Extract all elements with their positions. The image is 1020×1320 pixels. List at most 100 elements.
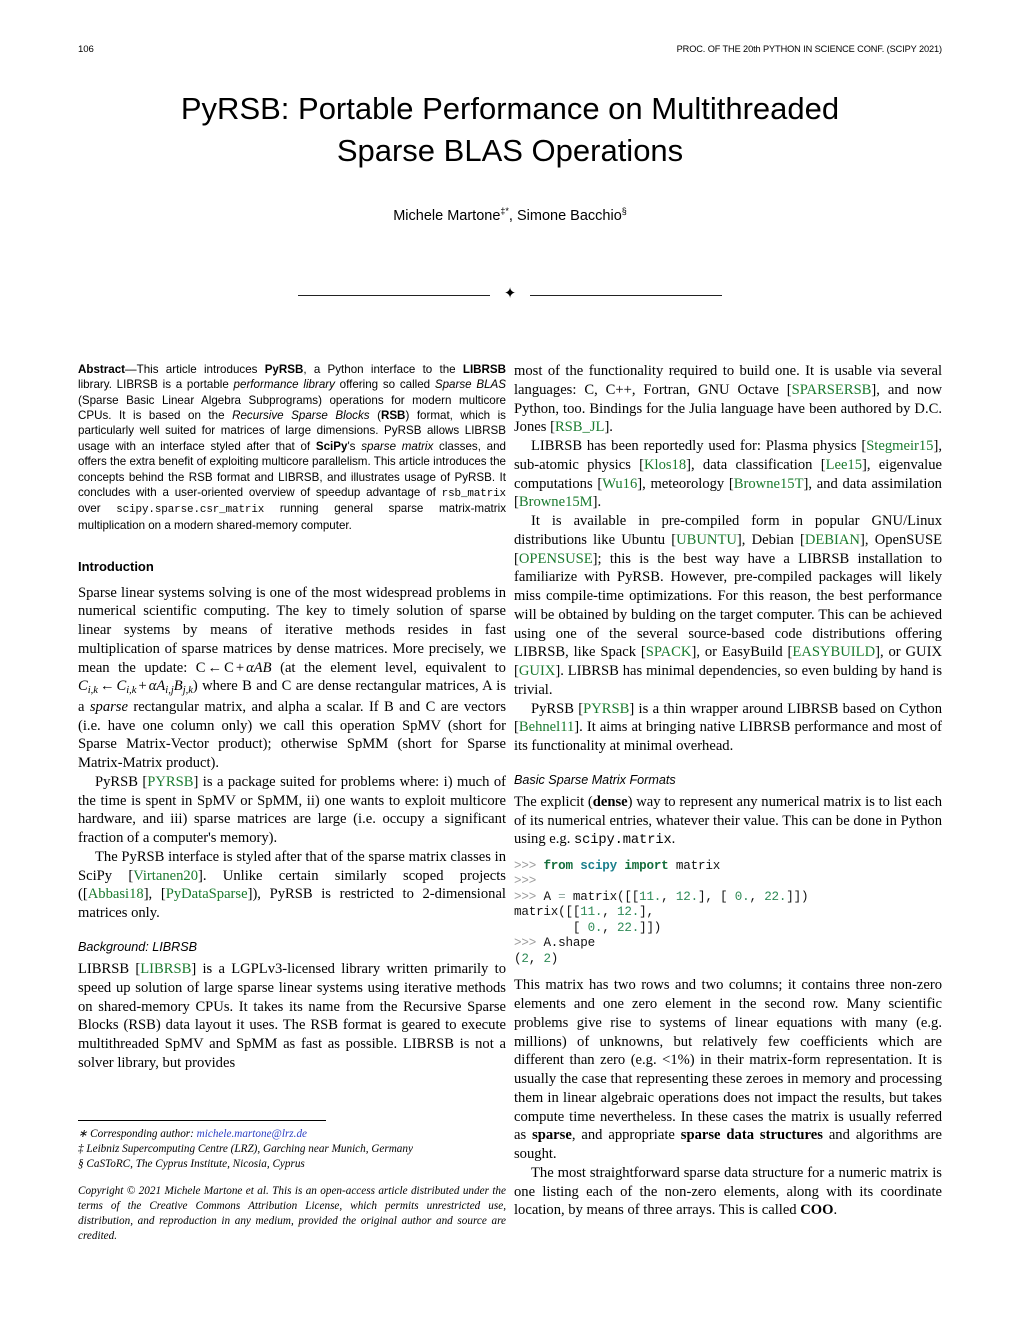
citation-librsb[interactable]: LIBRSB (140, 961, 191, 977)
abstract-text-4: offering so called (334, 378, 435, 392)
page-number: 106 (78, 44, 94, 55)
author-1-affiliation-marks: ‡* (500, 206, 509, 216)
title-line-1: PyRSB: Portable Performance on Multithre… (180, 91, 840, 126)
code-expr-a-shape: A.shape (543, 936, 595, 951)
abstract-bold-librsb: LIBRSB (462, 363, 507, 376)
abstract-paragraph: Abstract—This article introduces PyRSB, … (78, 362, 506, 533)
intro-p1-text-b: (at the element level, equivalent to (271, 659, 506, 676)
code-prompt-4: >>> (514, 936, 544, 951)
author-separator: , (508, 207, 517, 224)
code-shape-close: ) (550, 951, 559, 966)
intro-p3-text-c: ], [ (143, 886, 166, 903)
citation-guix[interactable]: GUIX (519, 663, 555, 679)
footnote-affiliation-1: ‡ Leibniz Supercomputing Centre (LRZ), G… (78, 1142, 413, 1155)
background-p2-text-e: ], meteorology [ (637, 475, 734, 492)
formats-paragraph-3: The most straightforward sparse data str… (514, 1164, 942, 1220)
abstract-italic-4: sparse matrix (361, 439, 434, 453)
intro-p2-text-a: PyRSB [ (95, 773, 148, 790)
formats-p2-text-b: , and appropriate (571, 1127, 681, 1144)
background-paragraph-1: LIBRSB [LIBRSB] is a LGPLv3-licensed lib… (78, 960, 506, 1073)
citation-abbasi18[interactable]: Abbasi18 (88, 886, 144, 902)
background-p3-text-e: ], or EasyBuild [ (691, 644, 793, 661)
citation-virtanen20[interactable]: Virtanen20 (133, 868, 198, 884)
citation-sparsersb[interactable]: SPARSERSB (792, 382, 872, 398)
footnotes-block: ∗ Corresponding author: michele.martone@… (78, 1120, 506, 1255)
citation-pyrsb-2[interactable]: PYRSB (583, 701, 629, 717)
abstract-italic-3: Recursive Sparse Blocks (232, 409, 370, 423)
footnote-mark-asterisk: ∗ (78, 1128, 91, 1140)
heading-basic-sparse-matrix-formats: Basic Sparse Matrix Formats (514, 772, 676, 787)
author-list: Michele Martone‡*, Simone Bacchio§ (78, 206, 942, 224)
citation-lee15[interactable]: Lee15 (826, 457, 862, 473)
citation-opensuse[interactable]: OPENSUSE (519, 551, 593, 567)
code-name-matrix: matrix (668, 858, 721, 873)
author-email-link[interactable]: michele.martone@lrz.de (197, 1128, 307, 1140)
code-number-22: 22. (764, 889, 787, 904)
citation-pydatasparse[interactable]: PyDataSparse (166, 886, 248, 902)
right-column: most of the functionality required to bu… (514, 362, 942, 1220)
author-2-name: Simone Bacchio (516, 207, 622, 224)
citation-wu16[interactable]: Wu16 (602, 476, 637, 492)
background-paragraph-4: PyRSB [PYRSB] is a thin wrapper around L… (514, 700, 942, 756)
citation-ubuntu[interactable]: UBUNTU (676, 532, 737, 548)
abstract-bold-scipy: SciPy (315, 439, 348, 453)
citation-pyrsb[interactable]: PYRSB (147, 774, 193, 790)
author-2-affiliation-marks: § (621, 206, 627, 216)
citation-browne15m[interactable]: Browne15M (519, 494, 593, 510)
formats-p3-text-a: The most straightforward sparse data str… (514, 1164, 942, 1219)
code-output-sep-1: , (602, 905, 618, 920)
formats-bold-coo: COO (800, 1202, 834, 1219)
paper-page: 106 PROC. OF THE 20th PYTHON IN SCIENCE … (0, 0, 1020, 1320)
citation-stegmeir15[interactable]: Stegmeir15 (866, 438, 933, 454)
intro-paragraph-3: The PyRSB interface is styled after that… (78, 848, 506, 923)
abstract-text-3: library. LIBRSB is a portable (78, 378, 234, 392)
citation-debian[interactable]: DEBIAN (805, 532, 860, 548)
abstract-text-10: over (78, 502, 117, 516)
code-output-number-22: 22. (617, 920, 640, 935)
code-var-a: A (543, 889, 559, 904)
abstract-text-1: This article introduces (136, 363, 265, 376)
code-call-matrix-open: matrix([[ (565, 889, 640, 904)
conference-name: PROC. OF THE 20th PYTHON IN SCIENCE CONF… (676, 44, 942, 54)
citation-behnel11[interactable]: Behnel11 (519, 719, 574, 735)
code-output-line-2-a: [ (514, 920, 588, 935)
ornament-rule-right (530, 295, 723, 296)
abstract-dash: — (125, 363, 137, 376)
citation-spack[interactable]: SPACK (646, 644, 692, 660)
code-sep-2: ], [ (697, 889, 735, 904)
abstract-text-8: 's (347, 439, 362, 453)
citation-easybuild[interactable]: EASYBUILD (792, 644, 875, 660)
code-output-line-2-c: ]]) (639, 920, 662, 935)
background-p1-text-b: ] is a LGPLv3-licensed library written p… (78, 961, 506, 1071)
citation-klos18[interactable]: Klos18 (644, 457, 686, 473)
intro-p1-text-d: rectangular matrix, and alpha a scalar. … (78, 698, 506, 772)
abstract-bold-pyrsb: PyRSB (264, 363, 304, 376)
formats-p1-text-c: . (671, 831, 676, 848)
citation-browne15t[interactable]: Browne15T (734, 476, 804, 492)
code-keyword-from: from (543, 858, 573, 873)
code-number-11: 11. (639, 889, 662, 904)
intro-equation-2: Ci,k ← Ci,k + αAi,jBj,k (78, 678, 193, 697)
background-p4-text-c: ]. It aims at bringing native LIBRSB per… (514, 719, 942, 754)
code-sep-1: , (661, 889, 676, 904)
code-output-number-11: 11. (580, 905, 603, 920)
background-paragraph-1-cont: most of the functionality required to bu… (514, 362, 942, 437)
background-p1cont-text-c: ]. (604, 419, 613, 436)
background-p2-text-g: ]. (592, 494, 602, 511)
code-number-12: 12. (675, 889, 698, 904)
code-output-line-1-a: matrix([[ (514, 905, 581, 920)
formats-paragraph-1: The explicit (dense) way to represent an… (514, 793, 942, 850)
code-keyword-import: import (624, 858, 669, 873)
left-column: Abstract—This article introduces PyRSB, … (78, 362, 506, 1073)
code-output-number-0: 0. (587, 920, 603, 935)
background-p3-text-b: ], Debian [ (736, 531, 805, 548)
title-line-2: Sparse BLAS Operations (336, 132, 684, 168)
footnote-affiliation-2: § CaSToRC, The Cyprus Institute, Nicosia… (78, 1157, 305, 1170)
formats-bold-dense: dense (592, 793, 628, 810)
abstract-text-6: ( (369, 409, 381, 423)
footnote-rule (78, 1120, 326, 1121)
citation-rsb-jl[interactable]: RSB_JL (555, 419, 604, 435)
